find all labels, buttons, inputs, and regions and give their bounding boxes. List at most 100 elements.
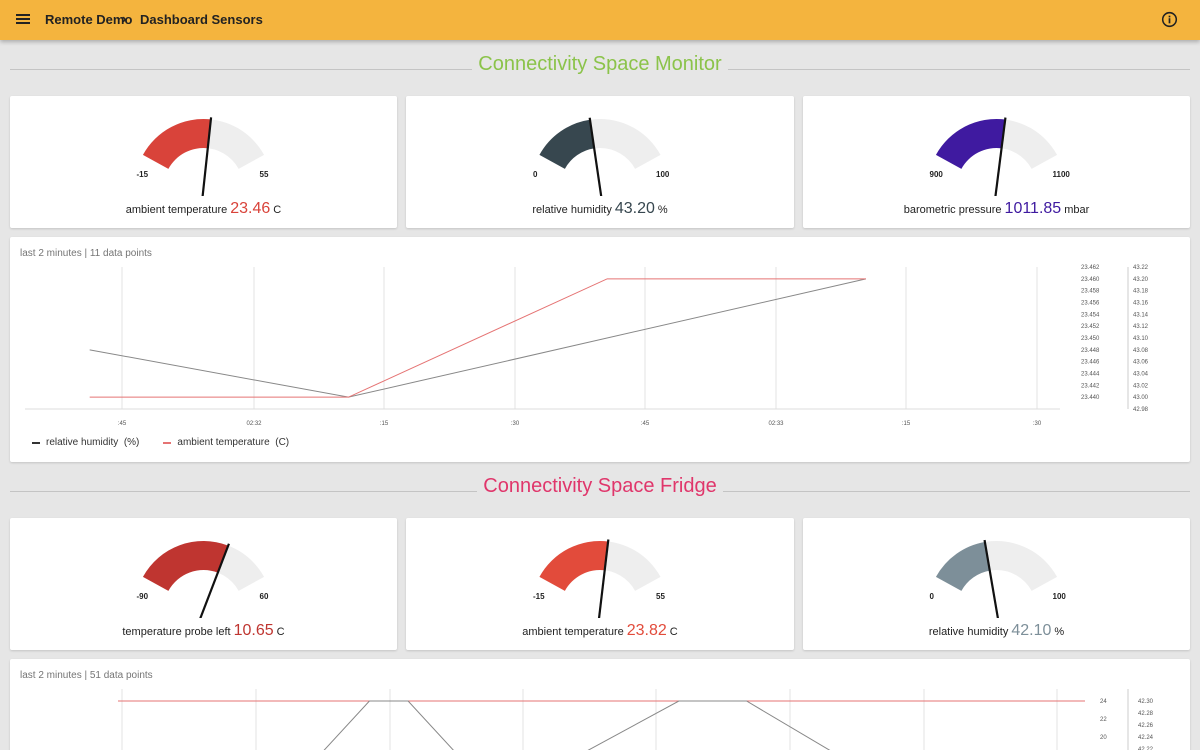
gauge-readout: ambient temperature 23.46 C <box>10 200 397 218</box>
y-right-tick-label: 42.24 <box>1138 735 1154 741</box>
gauge-name: relative humidity <box>532 204 612 216</box>
gauge-fill <box>142 541 229 591</box>
chart-legend: relative humidity (%) ambient temperatur… <box>32 437 289 448</box>
gauge-fill <box>935 119 1006 169</box>
gauge-card: -15 55 ambient temperature 23.82 C <box>406 518 794 650</box>
y-left-tick-label: 23.444 <box>1081 372 1100 378</box>
y-left-tick-label: 23.448 <box>1081 348 1100 354</box>
gauge-readout: ambient temperature 23.82 C <box>406 622 794 640</box>
gauge-max-label: 55 <box>656 592 665 601</box>
gauge-unit: C <box>276 626 285 638</box>
y-right-tick-label: 43.20 <box>1133 277 1149 283</box>
legend-item-humidity[interactable]: relative humidity (%) <box>32 437 139 448</box>
y-left-tick-label: 23.460 <box>1081 277 1100 283</box>
breadcrumb-separator-icon: › <box>122 11 127 26</box>
gauge-dial <box>142 541 265 618</box>
gauge-dial <box>142 117 265 196</box>
gauge-card: 900 1100 barometric pressure 1011.85 mbar <box>803 96 1190 228</box>
gauge-min-label: -15 <box>136 170 149 179</box>
menu-icon[interactable] <box>15 12 31 28</box>
gauge-card: 0 100 relative humidity 42.10% <box>803 518 1190 650</box>
gauge-min-label: -15 <box>533 592 545 601</box>
legend-unit: (%) <box>123 437 140 448</box>
y-left-tick-label: 23.458 <box>1081 289 1100 295</box>
y-left-tick-label: 23.456 <box>1081 301 1100 307</box>
y-right-tick-label: 42.30 <box>1138 699 1154 705</box>
gauge-fill <box>142 119 211 169</box>
history-chart: 24222042.3042.2842.2642.2442.22 <box>118 689 1154 750</box>
history-chart: :45 02:32:15:30:45 02:33:15:30 23.462 23.460… <box>25 265 1149 427</box>
gauge-card: 0 100 relative humidity 43.20% <box>406 96 794 228</box>
y-left-tick-label: 23.442 <box>1081 383 1100 389</box>
y-left-tick-label: 24 <box>1100 699 1107 705</box>
y-left-tick-label: 20 <box>1100 735 1107 741</box>
y-right-tick-label: 43.14 <box>1133 312 1149 318</box>
gauge-dial <box>935 117 1058 196</box>
gauge-unit: C <box>669 626 678 638</box>
legend-item-temperature[interactable]: ambient temperature (C) <box>163 437 289 448</box>
gauge-unit: % <box>1054 626 1065 638</box>
y-right-tick-label: 42.98 <box>1133 407 1149 413</box>
x-tick-label: :45 <box>118 421 127 427</box>
gauge-value: 23.46 <box>230 200 271 217</box>
gauge-card: -15 55 ambient temperature 23.46 C <box>10 96 397 228</box>
gauge-readout: barometric pressure 1011.85 mbar <box>803 200 1190 218</box>
gauge-name: relative humidity <box>928 626 1009 638</box>
history-chart-card: last 2 minutes | 11 data points :45 02:32… <box>10 237 1190 462</box>
x-tick-label: :30 <box>1033 421 1042 427</box>
top-app-bar: Remote Demo › Dashboard Sensors <box>0 0 1200 40</box>
gauge-value: 23.82 <box>626 622 667 639</box>
x-tick-label: 02:33 <box>768 421 784 427</box>
y-left-tick-label: 23.446 <box>1081 360 1100 366</box>
section-title-text: Connectivity Space Fridge <box>477 475 723 497</box>
section-title-text: Connectivity Space Monitor <box>472 53 728 75</box>
gauge-value: 42.10 <box>1011 622 1052 639</box>
y-right-tick-label: 42.26 <box>1138 723 1154 729</box>
legend-label: relative humidity <box>46 437 119 448</box>
history-chart-card: last 2 minutes | 51 data points 24 22 20 42… <box>10 659 1190 750</box>
gauge-name: temperature probe left <box>122 626 231 638</box>
gauge-max-label: 60 <box>259 592 269 601</box>
y-left-tick-label: 22 <box>1100 717 1107 723</box>
x-tick-label: :45 <box>641 421 650 427</box>
gauge-min-label: -90 <box>136 592 149 601</box>
breadcrumb-dashboard-sensors: Dashboard Sensors <box>140 12 263 27</box>
gauge-dial <box>539 539 661 618</box>
gauge-value: 10.65 <box>233 622 274 639</box>
section-title-fridge: Connectivity Space Fridge <box>0 475 1200 498</box>
y-right-tick-label: 43.02 <box>1133 383 1149 389</box>
y-right-tick-label: 43.06 <box>1133 360 1149 366</box>
y-left-tick-label: 23.450 <box>1081 336 1100 342</box>
gauge-unit: mbar <box>1064 204 1090 216</box>
gauge-max-label: 100 <box>656 170 670 179</box>
gauge-min-label: 0 <box>929 592 934 601</box>
x-tick-label: 02:32 <box>246 421 262 427</box>
gauge-value: 1011.85 <box>1004 200 1062 217</box>
gauge-value: 43.20 <box>614 200 655 217</box>
gauge-dial <box>935 539 1058 618</box>
legend-swatch <box>163 441 172 444</box>
breadcrumb-remote-demo[interactable]: Remote Demo <box>45 12 132 27</box>
series-line-humidity <box>323 700 831 750</box>
gauge-max-label: 100 <box>1052 592 1066 601</box>
y-left-tick-label: 23.440 <box>1081 395 1100 401</box>
y-right-tick-label: 43.10 <box>1133 336 1149 342</box>
y-left-tick-label: 23.462 <box>1081 265 1100 271</box>
gauge-readout: relative humidity 42.10% <box>803 622 1190 640</box>
gauge-name: ambient temperature <box>125 204 228 216</box>
y-right-tick-label: 43.22 <box>1133 265 1149 271</box>
gauge-dial <box>539 117 661 196</box>
gauge-readout: temperature probe left 10.65 C <box>10 622 397 640</box>
y-right-tick-label: 43.04 <box>1133 372 1149 378</box>
gauge-max-label: 1100 <box>1052 170 1070 179</box>
y-right-tick-label: 42.28 <box>1138 711 1154 717</box>
gauge-readout: relative humidity 43.20% <box>406 200 794 218</box>
x-tick-label: :30 <box>511 421 520 427</box>
gauge-name: ambient temperature <box>522 626 624 638</box>
info-icon[interactable] <box>1161 11 1178 28</box>
series-line-temperature <box>89 278 866 398</box>
gauge-card: -90 60 temperature probe left 10.65 C <box>10 518 397 650</box>
gauge-min-label: 900 <box>929 170 943 179</box>
x-tick-label: :15 <box>380 421 389 427</box>
y-right-tick-label: 43.18 <box>1133 289 1149 295</box>
